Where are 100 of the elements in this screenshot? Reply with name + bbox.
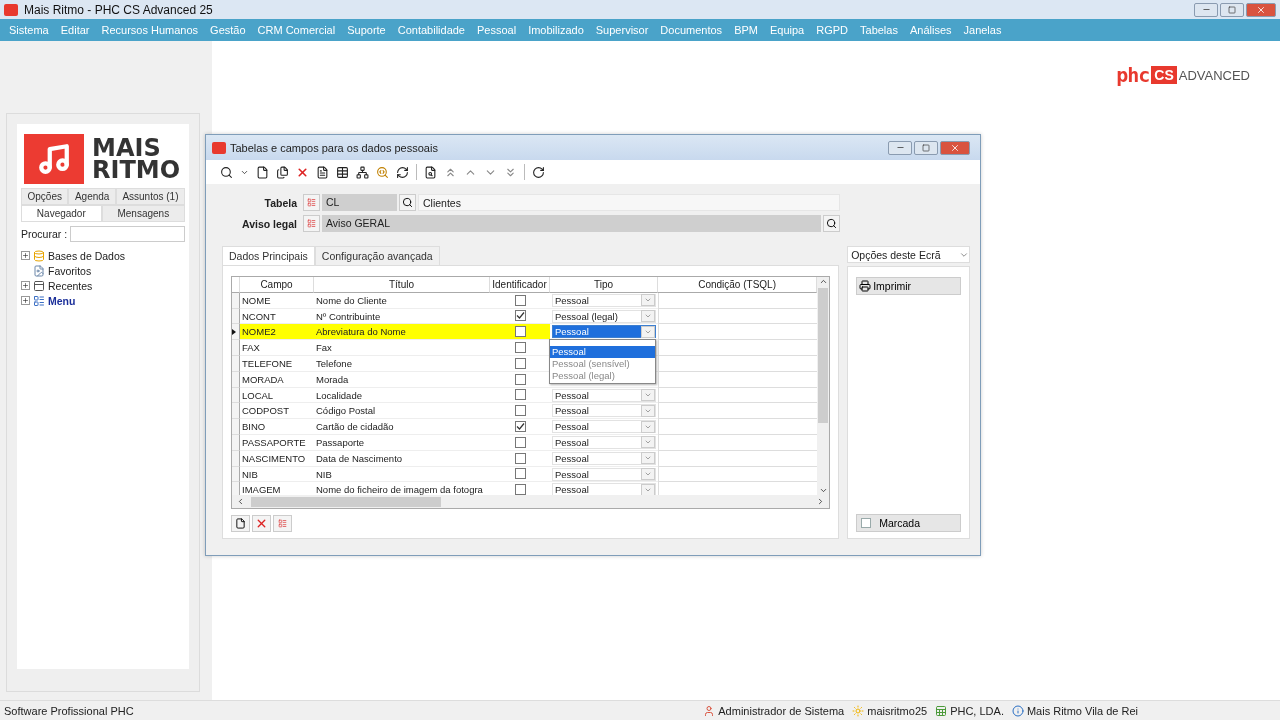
search-button[interactable] — [823, 215, 840, 232]
legal-notice-field[interactable]: Aviso GERAL — [322, 215, 821, 232]
type-dropdown[interactable]: Pessoal — [552, 420, 656, 434]
list-button[interactable] — [273, 515, 292, 532]
new-button[interactable] — [231, 515, 250, 532]
column-header: Campo — [240, 277, 314, 293]
brand-logo: phc CS ADVANCED — [1116, 63, 1250, 87]
delete-button[interactable] — [252, 515, 271, 532]
tree-item[interactable]: Favoritos — [48, 264, 92, 277]
tree-item[interactable]: Menu — [48, 294, 76, 307]
dropdown-button[interactable] — [641, 310, 655, 323]
tab[interactable]: Navegador — [21, 205, 102, 222]
preview-icon[interactable] — [424, 165, 437, 179]
type-dropdown[interactable]: Pessoal — [552, 483, 656, 495]
checkbox[interactable] — [514, 389, 526, 401]
search-icon[interactable] — [220, 165, 233, 179]
table-name-field[interactable]: Clientes — [418, 194, 840, 211]
tab[interactable]: Agenda — [68, 188, 116, 205]
expand-button[interactable] — [21, 281, 30, 290]
dropdown-option[interactable]: Pessoal (legal) — [550, 370, 655, 383]
scroll-thumb[interactable] — [818, 288, 829, 423]
column-header: Identificador — [490, 277, 550, 293]
new-document-icon[interactable] — [256, 165, 269, 179]
tab[interactable]: Mensagens — [101, 205, 185, 222]
print-button[interactable]: Imprimir — [856, 277, 961, 295]
tab[interactable]: Assuntos (1) — [115, 188, 185, 205]
delete-icon — [255, 517, 268, 530]
search-icon — [826, 218, 837, 229]
scrollbar[interactable] — [232, 495, 830, 508]
tree-item[interactable]: Recentes — [48, 279, 93, 292]
dropdown-button[interactable] — [641, 436, 655, 449]
dropdown-button[interactable] — [641, 404, 655, 417]
dropdown-button[interactable] — [641, 452, 655, 465]
type-dropdown[interactable]: Pessoal — [552, 404, 656, 418]
checkbox[interactable] — [514, 421, 526, 433]
checkbox[interactable] — [514, 342, 526, 354]
tab[interactable]: Dados Principais — [222, 246, 315, 265]
scrollbar[interactable] — [817, 277, 830, 495]
new-document-icon — [235, 518, 246, 529]
status-text: Mais Ritmo Vila de Rei — [1026, 704, 1138, 717]
type-dropdown[interactable]: Pessoal — [552, 451, 656, 465]
copy-icon[interactable] — [276, 165, 289, 179]
checkbox[interactable] — [514, 436, 526, 448]
dropdown-button[interactable] — [641, 325, 655, 338]
maximize-button[interactable] — [914, 140, 938, 155]
checkbox[interactable] — [861, 518, 872, 528]
expand-button[interactable] — [21, 296, 30, 305]
hierarchy-icon[interactable] — [356, 165, 369, 179]
type-dropdown[interactable]: Pessoal — [552, 325, 656, 339]
dropdown-option[interactable]: Pessoal (sensível) — [550, 358, 655, 371]
checkbox[interactable] — [514, 484, 526, 495]
list-icon — [33, 294, 45, 307]
dropdown-button[interactable] — [641, 483, 655, 495]
type-dropdown[interactable]: Pessoal — [552, 293, 656, 307]
type-dropdown[interactable]: Pessoal — [552, 435, 656, 449]
search-document-icon[interactable] — [376, 165, 389, 179]
dropdown-option[interactable]: Pessoal — [550, 346, 655, 359]
search-icon — [402, 197, 413, 208]
delete-icon[interactable] — [296, 165, 309, 179]
search-field[interactable] — [70, 226, 185, 242]
tab[interactable]: Opções — [21, 188, 69, 205]
refresh-icon[interactable] — [396, 165, 409, 179]
minimize-button[interactable] — [888, 140, 912, 155]
table-icon[interactable] — [336, 165, 349, 179]
list-button[interactable] — [303, 194, 320, 211]
expand-button[interactable] — [21, 251, 30, 260]
options-dropdown[interactable]: Opções deste Ecrã — [847, 246, 970, 263]
list-button[interactable] — [303, 215, 320, 232]
window-icon — [33, 279, 45, 292]
dropdown-button[interactable] — [641, 468, 655, 481]
checkbox[interactable] — [514, 405, 526, 417]
column-header: Tipo — [550, 277, 658, 293]
minimize-button[interactable] — [1194, 2, 1218, 17]
checkbox[interactable] — [514, 373, 526, 385]
tree-item[interactable]: Bases de Dados — [48, 249, 126, 262]
database-icon — [33, 249, 45, 262]
type-dropdown[interactable]: Pessoal — [552, 467, 656, 481]
search-button[interactable] — [399, 194, 416, 211]
dropdown-button[interactable] — [641, 389, 655, 402]
tab[interactable]: Configuração avançada — [314, 246, 440, 265]
scroll-thumb[interactable] — [251, 496, 441, 507]
maximize-button[interactable] — [1220, 2, 1244, 17]
checkbox[interactable] — [514, 294, 526, 306]
checkbox[interactable] — [514, 326, 526, 338]
type-dropdown[interactable]: Pessoal — [552, 388, 656, 402]
printer-icon — [859, 280, 872, 292]
checkbox[interactable] — [514, 468, 526, 480]
dropdown-button[interactable] — [641, 294, 655, 307]
document-icon[interactable] — [316, 165, 329, 179]
checkbox[interactable] — [514, 310, 526, 322]
checkbox[interactable] — [514, 452, 526, 464]
table-code-field[interactable]: CL — [322, 194, 397, 211]
marked-button[interactable]: Marcada — [856, 514, 961, 532]
rotate-icon[interactable] — [532, 165, 545, 179]
type-dropdown[interactable]: Pessoal (legal) — [552, 309, 656, 323]
window-title: Tabelas e campos para os dados pessoais — [230, 141, 438, 154]
close-button[interactable] — [940, 140, 970, 155]
dropdown-button[interactable] — [641, 420, 655, 433]
close-button[interactable] — [1246, 2, 1276, 17]
checkbox[interactable] — [514, 357, 526, 369]
